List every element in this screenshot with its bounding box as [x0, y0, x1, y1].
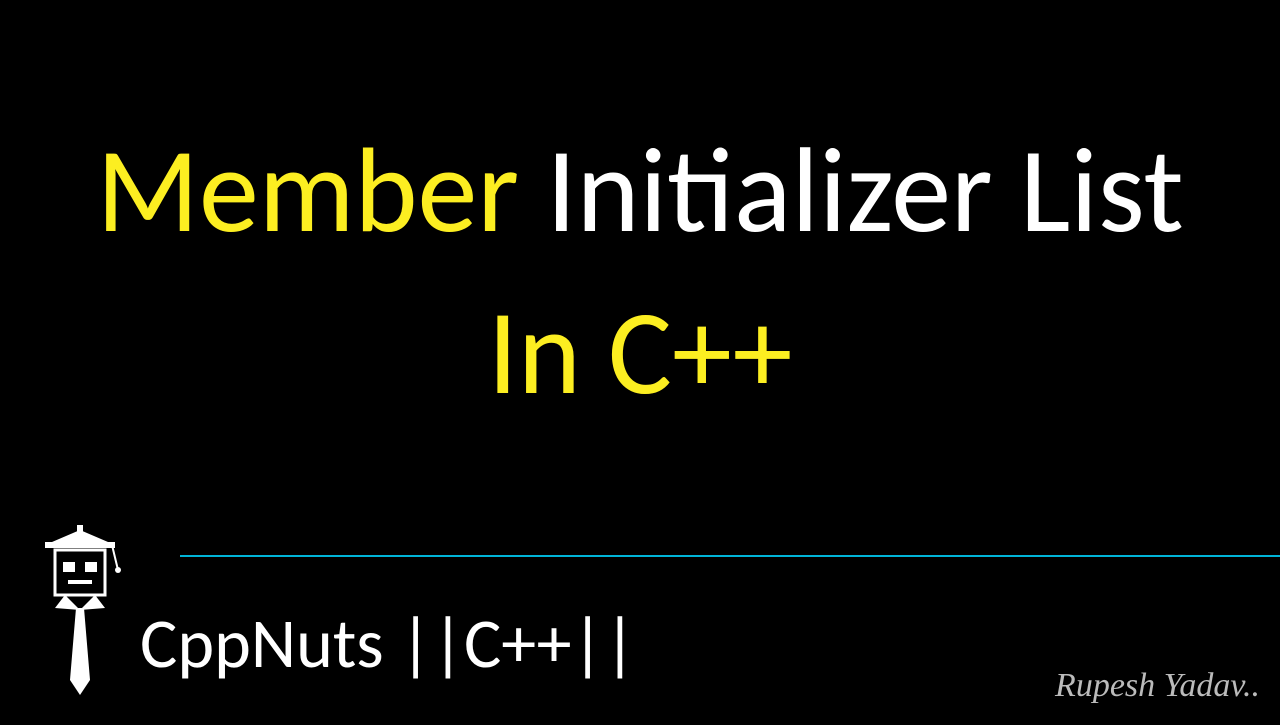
- author-signature: Rupesh Yadav..: [1055, 667, 1260, 705]
- channel-name: CppNuts ||C++||: [140, 600, 636, 686]
- mascot-logo-icon: [30, 520, 130, 720]
- main-title-block: Member Initializer List In C++: [0, 125, 1280, 419]
- title-line-2: In C++: [0, 287, 1280, 419]
- title-word-rest: Initializer List: [546, 118, 1183, 264]
- divider-line: [180, 555, 1280, 557]
- title-line-1: Member Initializer List: [0, 125, 1280, 257]
- title-word-member: Member: [96, 118, 519, 264]
